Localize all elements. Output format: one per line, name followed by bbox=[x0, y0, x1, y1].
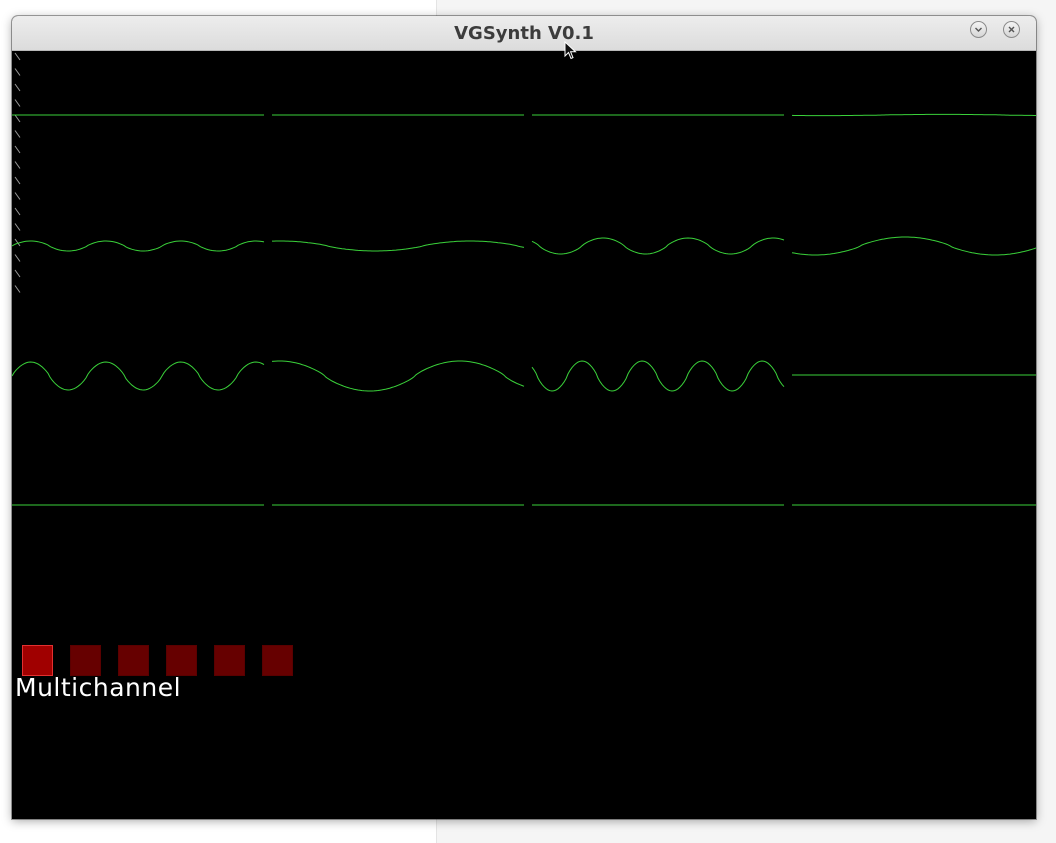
chevron-down-icon bbox=[975, 27, 982, 32]
tick-mark bbox=[14, 192, 21, 200]
waveform-trace bbox=[531, 237, 785, 255]
tick-mark bbox=[14, 285, 21, 293]
channel-button[interactable] bbox=[166, 645, 197, 676]
tick-mark bbox=[14, 145, 21, 154]
tick-mark bbox=[14, 52, 21, 61]
mouse-cursor-icon bbox=[564, 41, 577, 60]
tick-mark bbox=[14, 68, 21, 76]
waveform-trace bbox=[271, 360, 525, 392]
waveform-trace bbox=[12, 361, 265, 391]
tick-mark bbox=[14, 161, 21, 169]
waveform-trace bbox=[791, 113, 1036, 117]
channel-button[interactable] bbox=[262, 645, 293, 676]
tick-mark bbox=[14, 223, 21, 231]
channel-button[interactable] bbox=[214, 645, 245, 676]
tick-mark bbox=[14, 176, 21, 185]
close-button[interactable] bbox=[1003, 21, 1020, 38]
channel-button[interactable] bbox=[118, 645, 149, 676]
left-tick-marks bbox=[14, 52, 21, 293]
waveform-trace bbox=[12, 240, 265, 252]
mode-label: Multichannel bbox=[15, 673, 182, 702]
minimize-button[interactable] bbox=[970, 21, 987, 38]
channel-button-active[interactable] bbox=[22, 645, 53, 676]
title-bar[interactable]: VGSynth V0.1 bbox=[12, 16, 1036, 51]
app-window: VGSynth V0.1 Multichannel bbox=[12, 16, 1036, 819]
tick-mark bbox=[14, 83, 21, 92]
waveform-trace bbox=[272, 240, 525, 252]
oscilloscope-display bbox=[12, 52, 1036, 506]
window-title: VGSynth V0.1 bbox=[454, 23, 594, 44]
channel-button[interactable] bbox=[70, 645, 101, 676]
tick-mark bbox=[14, 130, 21, 138]
tick-mark bbox=[14, 114, 21, 123]
tick-mark bbox=[14, 207, 21, 216]
tick-mark bbox=[14, 269, 21, 278]
waveform-trace bbox=[531, 360, 785, 392]
tick-mark bbox=[14, 99, 21, 107]
close-icon bbox=[1008, 26, 1015, 33]
synth-canvas[interactable]: Multichannel bbox=[12, 51, 1036, 819]
waveform-trace bbox=[791, 236, 1036, 256]
tick-mark bbox=[14, 254, 21, 262]
